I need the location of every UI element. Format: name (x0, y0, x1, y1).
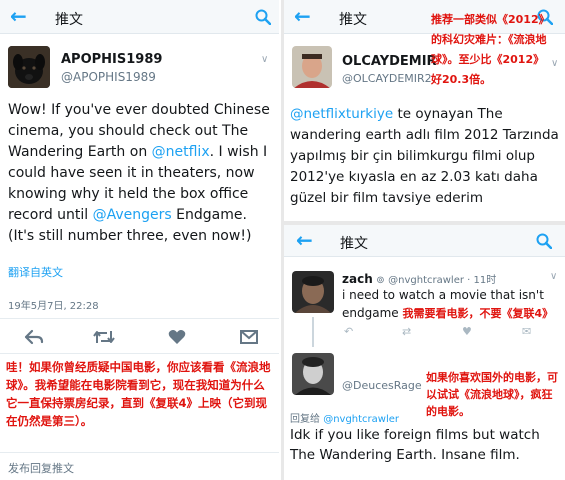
chevron-down-icon[interactable]: ∨ (551, 58, 558, 69)
action-bar (0, 324, 279, 350)
back-arrow-icon[interactable]: ← (10, 6, 27, 26)
tweet-text-line: endgame 我需要看电影，不要《复联4》 (342, 305, 553, 321)
avatar[interactable] (292, 46, 332, 88)
user-handle[interactable]: @OLCAYDEMIR2 (342, 72, 432, 85)
user-handle[interactable]: @APOPHIS1989 (61, 70, 156, 84)
translation-note: 哇！如果你曾经质疑中国电影，你应该看看《流浪地球》。我希望能在电影院看到它，现在… (6, 360, 271, 428)
divider (0, 353, 279, 354)
divider (0, 318, 279, 319)
avatar[interactable] (8, 46, 50, 88)
left-panel: ← 推文 APOPHIS1989 @APOPHIS1989 ∨ Wow! If … (0, 0, 279, 480)
reply-icon[interactable]: ↶ (344, 325, 353, 338)
mention-netflixturkiye[interactable]: @netflixturkiye (290, 106, 393, 122)
divider (0, 452, 279, 453)
right-bottom-topbar: ← 推文 (284, 225, 565, 257)
like-icon[interactable] (168, 329, 186, 345)
search-icon[interactable] (255, 9, 271, 25)
display-name[interactable]: OLCAYDEMIR (342, 54, 437, 69)
tweet-timestamp: 19年5月7日, 22:28 (8, 301, 99, 312)
chevron-down-icon[interactable]: ∨ (261, 54, 268, 65)
reply-to: 回复给 @nvghtcrawler (290, 410, 399, 425)
search-icon[interactable] (536, 233, 552, 249)
chevron-down-icon[interactable]: ∨ (550, 271, 557, 282)
reply-to-handle[interactable]: @nvghtcrawler (323, 414, 399, 425)
tweet-body: Wow! If you've ever doubted Chinese cine… (8, 100, 274, 247)
reply-icon[interactable] (24, 329, 44, 345)
left-topbar: ← 推文 (0, 0, 279, 34)
message-icon[interactable] (240, 330, 258, 344)
tweet1-actions: ↶ ⇄ ♥ ✉ (342, 325, 542, 339)
retweet-icon[interactable] (92, 329, 116, 345)
right-top-page-title: 推文 (339, 12, 367, 28)
retweet-icon[interactable]: ⇄ (402, 325, 411, 338)
reply-to-label: 回复给 (290, 414, 320, 425)
avatar[interactable] (292, 271, 334, 313)
reply-input-placeholder[interactable]: 发布回复推文 (8, 460, 74, 476)
tweet-body: Idk if you like foreign films but watch … (290, 427, 540, 463)
right-bottom-panel: ← 推文 zach ⊚ @nvghtcrawler · 11时 ∨ i need… (284, 225, 565, 480)
mention-netflix[interactable]: @netflix (152, 144, 210, 160)
back-arrow-icon[interactable]: ← (294, 6, 311, 26)
tweet-text: i need to watch a movie that isn't (342, 288, 544, 302)
right-top-panel: ← 推文 OLCAYDEMIR @OLCAYDEMIR2 ∨ 推荐一部类似《20… (284, 0, 565, 221)
mention-avengers[interactable]: @Avengers (93, 207, 172, 223)
user-handle[interactable]: @DeucesRage (342, 379, 422, 392)
translation-note: 如果你喜欢国外的电影，可以试试《流浪地球》，疯狂的电影。 (426, 371, 558, 418)
tweet-header: zach ⊚ @nvghtcrawler · 11时 (342, 271, 560, 286)
display-name[interactable]: APOPHIS1989 (61, 52, 162, 67)
like-icon[interactable]: ♥ (462, 325, 472, 338)
translation-note: 推荐一部类似《2012》的科幻灾难片：《流浪地球》。至少比《2012》好20.3… (431, 13, 550, 86)
tweet-body: @netflixturkiye te oynayan The wandering… (290, 104, 562, 209)
verified-icon: ⊚ (376, 275, 385, 286)
left-page-title: 推文 (55, 12, 83, 28)
right-bottom-page-title: 推文 (340, 236, 368, 252)
message-icon[interactable]: ✉ (522, 325, 531, 338)
translate-link[interactable]: 翻译自英文 (8, 264, 63, 280)
display-name[interactable]: zach (342, 272, 373, 286)
avatar[interactable] (292, 353, 334, 395)
tweet-text: endgame (342, 306, 399, 320)
back-arrow-icon[interactable]: ← (296, 230, 313, 250)
thread-line (312, 317, 314, 347)
translation-note: 我需要看电影，不要《复联4》 (402, 307, 554, 320)
user-handle[interactable]: @nvghtcrawler · 11时 (388, 275, 496, 286)
